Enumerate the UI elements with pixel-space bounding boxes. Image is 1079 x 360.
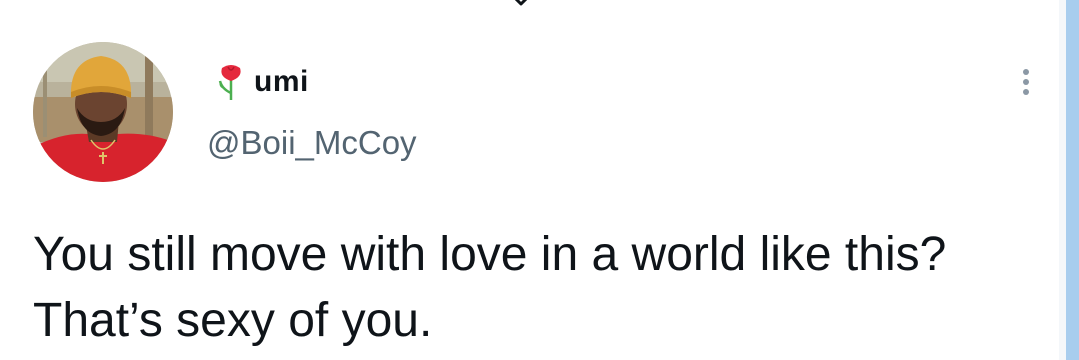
chevron-down-icon [514, 0, 528, 6]
flower-icon [218, 65, 241, 100]
author-name-row[interactable]: umi [216, 62, 309, 102]
more-options-button[interactable] [1008, 58, 1044, 106]
scrollbar[interactable] [1066, 0, 1079, 360]
author-handle[interactable]: @Boii_McCoy [207, 124, 417, 162]
more-options-icon-dot [1023, 79, 1029, 85]
more-options-icon [1023, 69, 1029, 75]
avatar-image [33, 42, 173, 182]
tweet-text: You still move with love in a world like… [33, 228, 947, 347]
author-display-name: umi [254, 65, 309, 98]
more-options-icon-dot [1023, 89, 1029, 95]
avatar[interactable] [33, 42, 173, 182]
scroll-track [1059, 0, 1066, 360]
